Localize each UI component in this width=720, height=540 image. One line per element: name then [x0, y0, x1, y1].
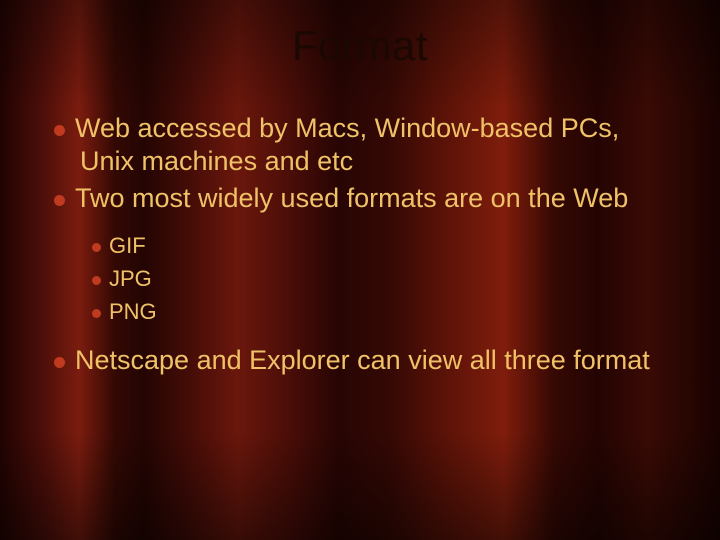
sub-bullet-text: GIF	[109, 233, 146, 258]
slide-title: Format	[0, 22, 720, 70]
sub-bullet-item: JPG	[92, 262, 674, 295]
bullet-item: Netscape and Explorer can view all three…	[54, 344, 674, 377]
slide-body: Web accessed by Macs, Window-based PCs, …	[54, 112, 674, 381]
bullet-icon	[92, 309, 101, 318]
sub-bullet-text: JPG	[109, 266, 152, 291]
bullet-text: Two most widely used formats are on the …	[75, 183, 628, 213]
sub-bullet-item: PNG	[92, 295, 674, 328]
sub-bullet-group: GIF JPG PNG	[92, 229, 674, 328]
sub-bullet-text: PNG	[109, 299, 157, 324]
slide: Format Web accessed by Macs, Window-base…	[0, 0, 720, 540]
bullet-item: Web accessed by Macs, Window-based PCs, …	[54, 112, 674, 178]
bullet-icon	[92, 243, 101, 252]
bullet-icon	[54, 195, 65, 206]
bullet-icon	[54, 357, 65, 368]
bullet-icon	[92, 276, 101, 285]
bullet-text: Web accessed by Macs, Window-based PCs, …	[75, 113, 619, 176]
sub-bullet-item: GIF	[92, 229, 674, 262]
bullet-item: Two most widely used formats are on the …	[54, 182, 674, 215]
bullet-icon	[54, 125, 65, 136]
bullet-text: Netscape and Explorer can view all three…	[75, 345, 650, 375]
